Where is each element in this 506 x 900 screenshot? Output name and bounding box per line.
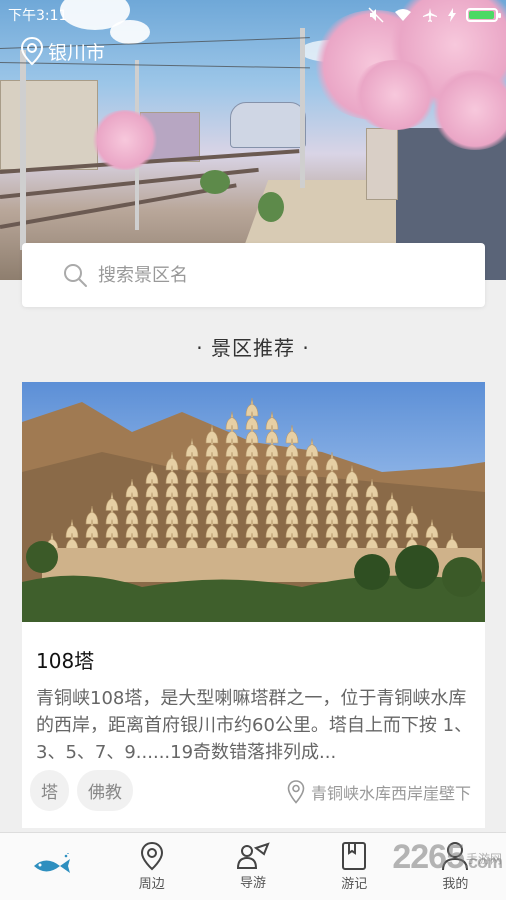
notebook-icon [342,842,367,870]
city-selector[interactable]: 银川市 [20,36,105,66]
nav-label: 周边 [138,877,165,892]
charging-icon [448,8,456,22]
pagoda-scene [22,397,485,622]
tag-list: 塔 佛教 [30,770,133,811]
nav-label: 导游 [240,876,267,891]
battery-icon [466,8,501,22]
search-icon [64,264,87,287]
attraction-photo [22,382,485,622]
nav-nearby[interactable]: 周边 [101,833,202,900]
nav-guide[interactable]: 导游 [202,833,303,900]
fish-icon [33,852,70,873]
search-bar[interactable] [22,243,485,307]
nav-travelogue[interactable]: 游记 [304,833,405,900]
status-icons [368,7,501,23]
attraction-title: 108塔 [36,649,95,673]
status-time: 下午3:11 [8,8,68,24]
attraction-card[interactable]: 108塔 青铜峡108塔，是大型喇嘛塔群之一，位于青铜峡水库的西岸，距离首府银川… [22,382,485,828]
city-name: 银川市 [48,41,106,64]
status-bar: 下午3:11 [0,0,506,30]
nav-label: 游记 [341,877,368,892]
cherry-blossom [350,60,440,130]
tree [258,192,284,222]
location-pin-icon [140,841,163,871]
attraction-location-text: 青铜峡水库西岸崖壁下 [310,784,471,803]
watermark-label: 手游网 [465,852,502,866]
attraction-description: 青铜峡108塔，是大型喇嘛塔群之一，位于青铜峡水库的西岸，距离首府银川市约60公… [36,688,473,763]
watermark-main: 2265 [392,838,465,876]
train [230,102,306,148]
battery-fill [469,11,494,19]
wifi-icon [395,9,411,21]
location-pin-icon [287,780,305,804]
watermark-logo: 2265.com 手游网 [392,838,503,877]
power-pole [300,28,305,188]
tag[interactable]: 佛教 [77,770,133,811]
search-input[interactable] [98,264,438,286]
tree [200,170,230,194]
section-title: · 景区推荐 · [196,336,310,360]
nav-home[interactable] [0,833,101,900]
pillar [366,128,398,200]
tag[interactable]: 塔 [30,770,69,811]
power-pole [20,50,26,250]
airplane-icon [423,8,437,22]
building [0,80,98,170]
guide-icon [236,842,270,869]
cherry-blossom [90,110,160,170]
location-pin-icon [20,36,44,66]
attraction-location: 青铜峡水库西岸崖壁下 [287,780,471,804]
mute-icon [368,7,384,23]
